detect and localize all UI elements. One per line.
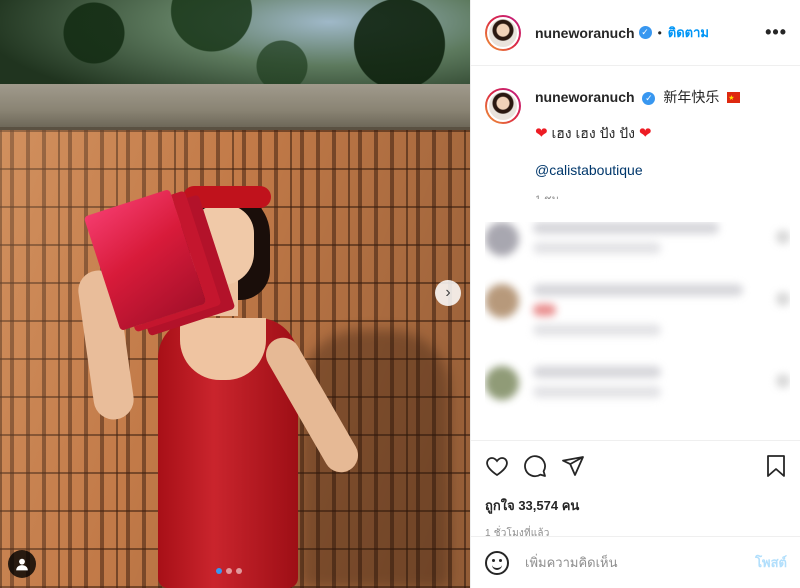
carousel-dot-active [216,568,222,574]
comment-meta-blurred [533,242,662,254]
next-photo-button[interactable]: › [435,280,461,306]
comment-like-icon [776,230,790,244]
caption-mention-line: @calistaboutique [535,161,740,179]
post-header: nuneworanuch ✓ • ติดตาม ••• [471,0,800,66]
more-icon[interactable]: ••• [765,22,787,43]
share-icon[interactable] [561,454,585,478]
add-comment-bar: เพิ่มความคิดเห็น โพสต์ [471,536,800,588]
author-avatar[interactable] [485,14,521,51]
comment-avatar [485,222,519,256]
comments-list[interactable] [485,222,790,440]
comment-like-icon [776,374,790,388]
photo-red-bow [183,186,271,208]
carousel-dots [216,568,242,574]
comment-icon[interactable] [523,454,547,478]
caption-mention-link[interactable]: @calistaboutique [535,162,643,178]
verified-icon: ✓ [642,92,656,105]
post-actions: ถูกใจ 33,574 คน 1 ชั่วโมงที่แล้ว [471,440,800,541]
comment-like-icon [776,292,790,306]
caption-line-2-text: เฮง เฮง ปัง ปัง [551,125,635,141]
author-avatar-image [487,16,519,49]
emoji-icon[interactable] [485,550,509,575]
caption-line-2: ❤ เฮง เฮง ปัง ปัง ❤ [535,124,740,143]
heart-icon[interactable] [485,454,509,478]
photo-shadow [300,330,450,588]
post-comment-button[interactable]: โพสต์ [755,552,787,573]
carousel-dot [226,568,232,574]
user-tag-icon [16,558,28,571]
caption-text: 新年快乐 [663,89,720,105]
author-username[interactable]: nuneworanuch [535,25,635,41]
caption-time: 1 ชม. [535,191,740,199]
heart-emoji-icon: ❤ [638,125,652,142]
photo-face [190,205,254,285]
likes-count[interactable]: ถูกใจ 33,574 คน [485,495,787,516]
caption-body: nuneworanuch ✓ 新年快乐 ❤ เฮง เฮง ปัง ปัง ❤ … [535,88,741,199]
post-caption: nuneworanuch ✓ 新年快乐 ❤ เฮง เฮง ปัง ปัง ❤ … [485,88,790,199]
comment-text-blurred [533,284,743,296]
comment-text-blurred [533,366,662,378]
post-side-panel: nuneworanuch ✓ • ติดตาม ••• nuneworanuch… [470,0,800,588]
photo-wall-top [0,84,470,130]
comment-input[interactable]: เพิ่มความคิดเห็น [525,552,755,573]
heart-emoji-icon: ❤ [535,125,548,142]
comment-text-blurred [533,222,720,234]
carousel-dot [236,568,242,574]
post-photo[interactable]: › [0,0,470,588]
header-separator: • [657,25,662,40]
caption-username[interactable]: nuneworanuch [535,89,635,105]
comment-item [485,284,790,344]
tagged-users-button[interactable] [8,550,36,578]
comment-meta-blurred [533,386,662,398]
follow-button[interactable]: ติดตาม [668,22,709,43]
china-flag-icon [727,90,741,108]
comment-text-blurred [533,304,557,316]
comment-avatar [485,366,519,400]
caption-avatar[interactable] [485,88,521,124]
comment-meta-blurred [533,324,662,336]
save-icon[interactable] [765,454,787,478]
comment-item [485,366,790,406]
verified-icon: ✓ [638,26,652,39]
caption-avatar-image [487,90,519,122]
comment-item [485,222,790,262]
comment-avatar [485,284,519,318]
